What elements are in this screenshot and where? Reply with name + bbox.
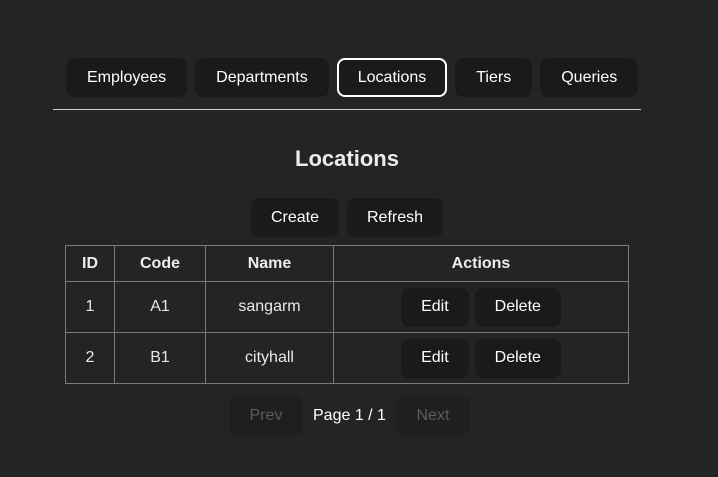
cell-name: sangarm [205, 281, 334, 333]
tab-tiers[interactable]: Tiers [455, 58, 533, 97]
delete-button[interactable]: Delete [474, 338, 561, 378]
toolbar: Create Refresh [0, 198, 694, 237]
refresh-button[interactable]: Refresh [347, 198, 444, 237]
cell-actions: Edit Delete [333, 281, 629, 333]
table-row: 2 B1 cityhall Edit Delete [65, 332, 629, 384]
tab-locations[interactable]: Locations [336, 58, 448, 97]
main-nav: Employees Departments Locations Tiers Qu… [66, 58, 639, 97]
tab-queries[interactable]: Queries [540, 58, 639, 97]
cell-id: 2 [65, 332, 115, 384]
nav-divider [53, 109, 641, 110]
cell-code: B1 [114, 332, 206, 384]
prev-page-button[interactable]: Prev [229, 396, 303, 435]
pagination: Prev Page 1 / 1 Next [229, 396, 470, 435]
tab-departments[interactable]: Departments [195, 58, 329, 97]
cell-id: 1 [65, 281, 115, 333]
edit-button[interactable]: Edit [401, 287, 469, 327]
column-header-name: Name [205, 245, 334, 282]
table-header-row: ID Code Name Actions [65, 245, 629, 282]
row-actions: Edit Delete [334, 338, 628, 378]
tab-employees[interactable]: Employees [66, 58, 188, 97]
cell-name: cityhall [205, 332, 334, 384]
locations-table: ID Code Name Actions 1 A1 sangarm Edit D… [65, 245, 629, 384]
row-actions: Edit Delete [334, 287, 628, 327]
column-header-actions: Actions [333, 245, 629, 282]
edit-button[interactable]: Edit [401, 338, 469, 378]
cell-code: A1 [114, 281, 206, 333]
page-indicator: Page 1 / 1 [313, 406, 386, 424]
column-header-code: Code [114, 245, 206, 282]
column-header-id: ID [65, 245, 115, 282]
page-title: Locations [295, 146, 399, 171]
table-row: 1 A1 sangarm Edit Delete [65, 281, 629, 333]
delete-button[interactable]: Delete [474, 287, 561, 327]
next-page-button[interactable]: Next [395, 396, 470, 435]
create-button[interactable]: Create [250, 198, 339, 237]
app-root: Employees Departments Locations Tiers Qu… [0, 0, 718, 477]
cell-actions: Edit Delete [333, 332, 629, 384]
